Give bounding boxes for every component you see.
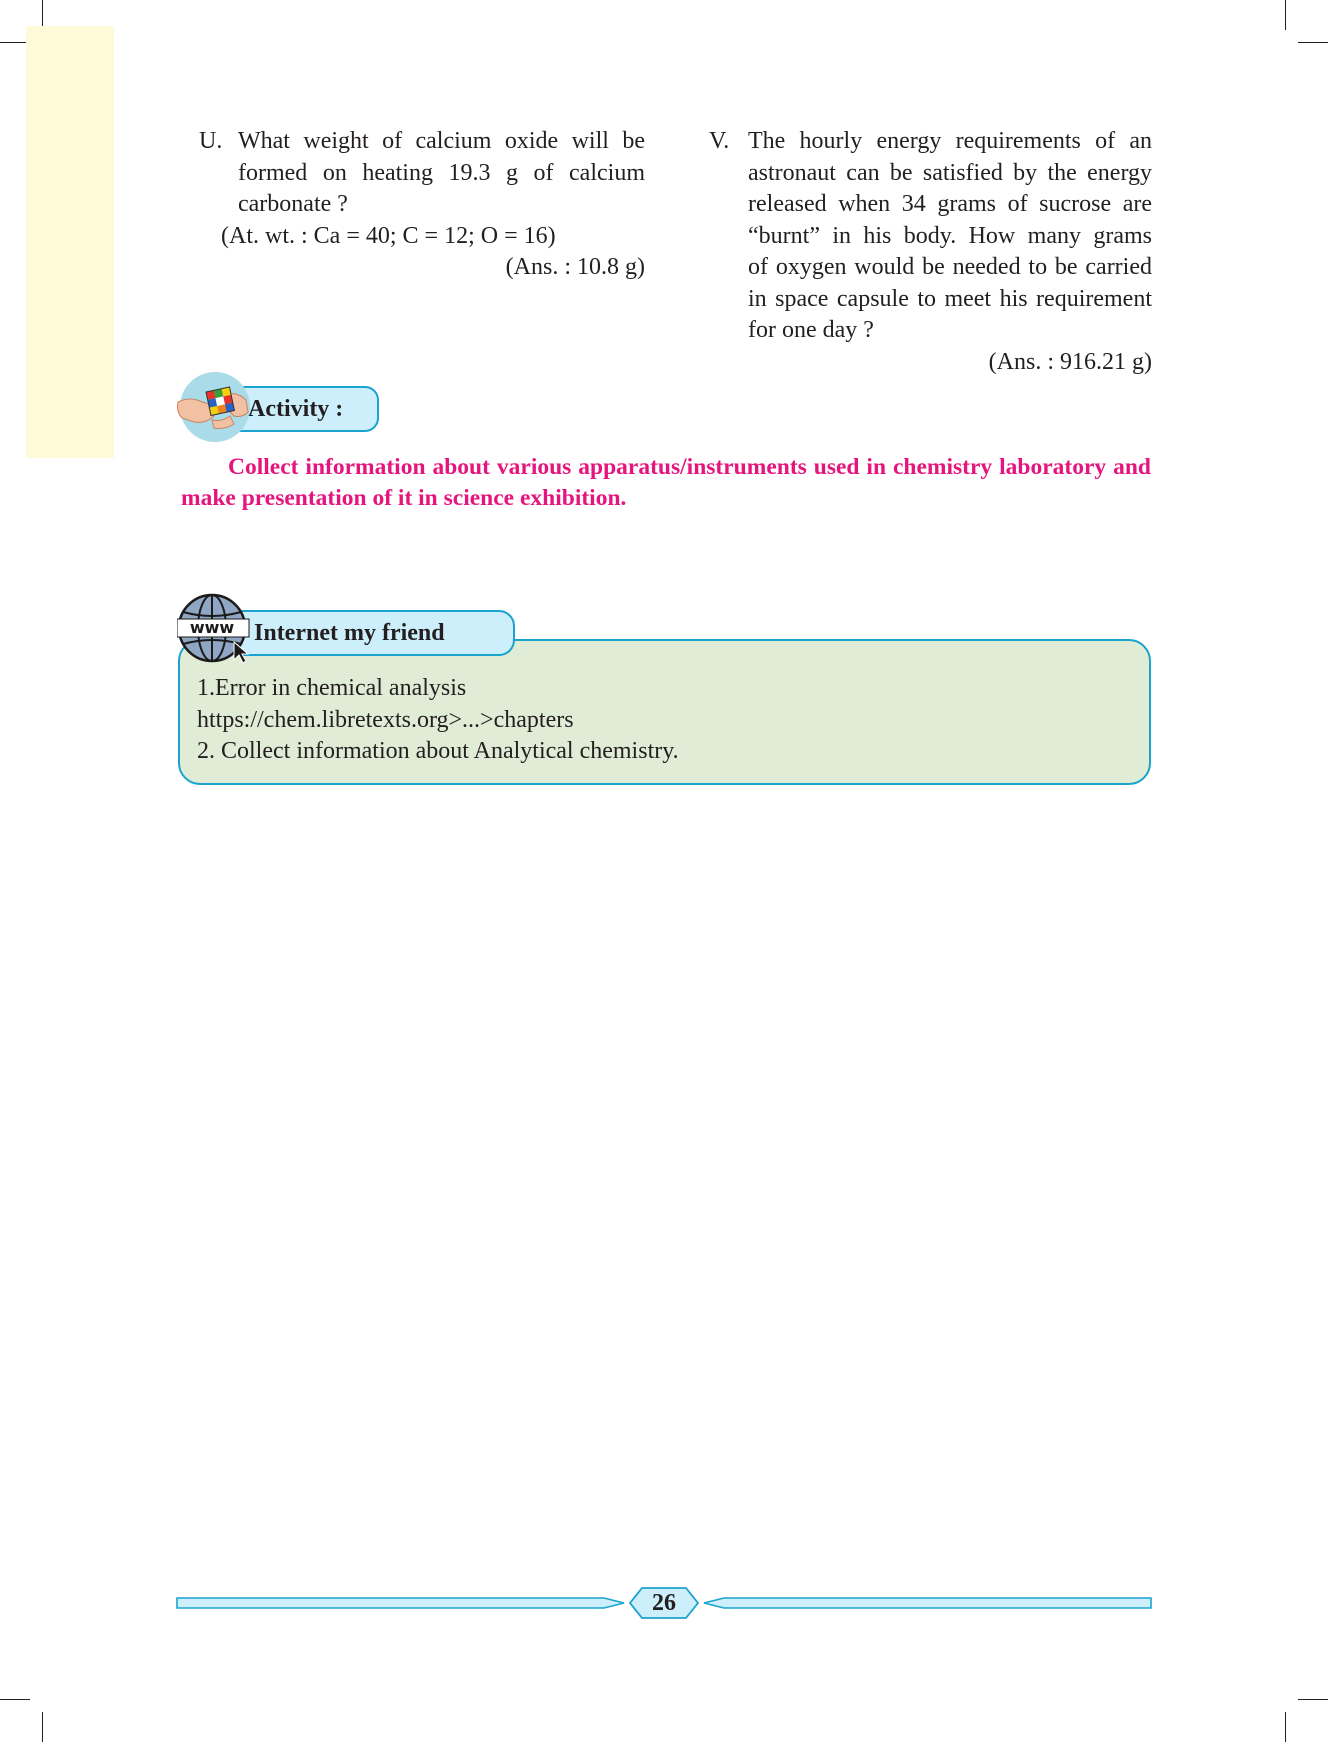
globe-www-text: www (190, 618, 235, 637)
question-label: U. (199, 128, 223, 154)
rubiks-cube-hands-icon (177, 386, 249, 429)
internet-badge: Internet my friend www (177, 592, 515, 666)
answer: (Ans. : 916.21 g) (988, 348, 1152, 375)
cursor-arrow-icon (233, 640, 250, 664)
question-line: in space capsule to meet his requirement (748, 285, 1152, 312)
crop-mark (1285, 0, 1286, 30)
question-line: “burnt” in his body. How many grams (748, 222, 1152, 249)
question-line: of oxygen would be needed to be carried (748, 254, 1152, 280)
crop-mark (1298, 42, 1328, 43)
activity-text: Collect information about various appara… (181, 454, 1151, 511)
atomic-weights: (At. wt. : Ca = 40; C = 12; O = 16) (221, 222, 556, 249)
page-footer: 26 (176, 1586, 1152, 1620)
question-line: released when 34 grams of sucrose are (748, 191, 1152, 217)
question-line: carbonate ? (238, 191, 348, 217)
question-label: V. (709, 128, 730, 154)
question-line: for one day ? (748, 317, 874, 343)
page-number: 26 (652, 1590, 676, 1616)
question-line: formed on heating 19.3 g of calcium (238, 159, 645, 186)
internet-item: 2. Collect information about Analytical … (197, 738, 679, 764)
answer: (Ans. : 10.8 g) (505, 254, 645, 280)
crop-mark (0, 1699, 30, 1700)
crop-mark (1298, 1699, 1328, 1700)
crop-mark (42, 1712, 43, 1742)
crop-mark (1285, 1712, 1286, 1742)
question-line: astronaut can be satisfied by the energy (748, 159, 1152, 186)
question-text: The hourly energy requirements of an ast… (748, 126, 1152, 347)
question-v: V. The hourly energy requirements of an … (709, 126, 1152, 378)
internet-item: 1.Error in chemical analysis (197, 675, 467, 701)
question-line: What weight of calcium oxide will be (238, 128, 645, 154)
question-text: What weight of calcium oxide will be for… (238, 126, 645, 221)
margin-strip (26, 26, 114, 458)
internet-link[interactable]: https://chem.libretexts.org>...>chapters (197, 705, 1149, 737)
activity-badge: Activity : (176, 372, 382, 444)
internet-title: Internet my friend (227, 610, 515, 656)
question-line: The hourly energy requirements of an (748, 128, 1152, 154)
question-u: U. What weight of calcium oxide will be … (199, 126, 645, 284)
